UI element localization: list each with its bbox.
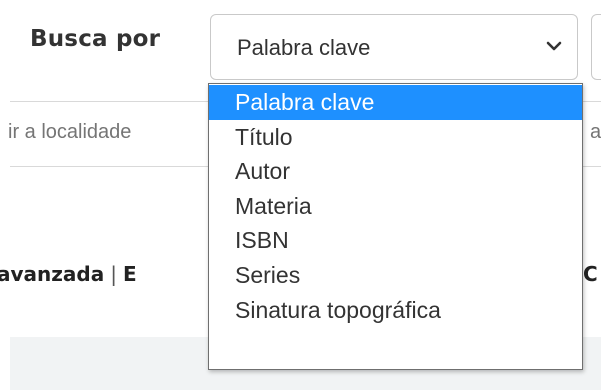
next-link[interactable]: E bbox=[123, 262, 137, 286]
option-series[interactable]: Series bbox=[209, 258, 582, 293]
option-palabra-clave[interactable]: Palabra clave bbox=[209, 85, 582, 120]
option-materia[interactable]: Materia bbox=[209, 189, 582, 224]
search-type-dropdown: Palabra clave Título Autor Materia ISBN … bbox=[208, 83, 583, 370]
link-separator: | bbox=[110, 262, 117, 286]
option-sinatura-topografica[interactable]: Sinatura topográfica bbox=[209, 293, 582, 328]
location-right-text: ar bbox=[590, 121, 601, 143]
option-titulo[interactable]: Título bbox=[209, 120, 582, 155]
right-link[interactable]: C bbox=[583, 262, 598, 286]
option-autor[interactable]: Autor bbox=[209, 154, 582, 189]
search-by-label: Busca por bbox=[30, 26, 161, 52]
option-isbn[interactable]: ISBN bbox=[209, 223, 582, 258]
chevron-down-icon bbox=[546, 41, 562, 51]
location-placeholder: ir a localidade bbox=[8, 121, 132, 143]
search-form: Busca por Palabra clave ir a localidade … bbox=[0, 0, 601, 390]
advanced-search-link[interactable]: avanzada bbox=[0, 262, 104, 286]
search-type-select[interactable]: Palabra clave bbox=[210, 14, 578, 80]
secondary-field[interactable] bbox=[591, 14, 601, 80]
search-links: avanzada | E bbox=[0, 262, 137, 286]
search-type-selected-value: Palabra clave bbox=[237, 35, 371, 60]
